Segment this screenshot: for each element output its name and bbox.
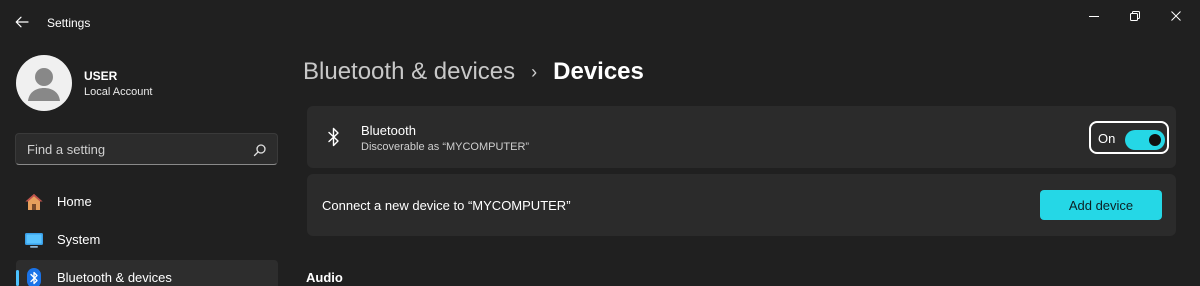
page-title: Devices: [553, 58, 644, 85]
toggle-knob: [1149, 134, 1161, 146]
bluetooth-toggle[interactable]: On: [1089, 121, 1169, 154]
sidebar-item-label: System: [57, 232, 101, 247]
bluetooth-subtitle: Discoverable as “MYCOMPUTER”: [361, 141, 530, 153]
sidebar-item-home[interactable]: Home: [16, 184, 278, 220]
search-input[interactable]: Find a setting: [15, 133, 278, 165]
minimize-button[interactable]: [1076, 4, 1112, 28]
sidebar-item-label: Home: [57, 194, 92, 209]
breadcrumb-parent[interactable]: Bluetooth & devices: [303, 58, 515, 86]
user-profile[interactable]: USER Local Account: [16, 55, 286, 111]
close-button[interactable]: [1158, 4, 1194, 28]
bluetooth-title: Bluetooth: [361, 123, 416, 138]
bluetooth-icon: [328, 127, 339, 147]
avatar: [16, 55, 72, 111]
bluetooth-icon: [27, 268, 41, 286]
bluetooth-card: Bluetooth Discoverable as “MYCOMPUTER” O…: [307, 106, 1176, 168]
restore-button[interactable]: [1117, 4, 1153, 28]
connect-device-text: Connect a new device to “MYCOMPUTER”: [322, 198, 571, 213]
back-button[interactable]: [10, 10, 34, 34]
sidebar-item-bluetooth-devices[interactable]: Bluetooth & devices: [16, 260, 278, 286]
system-icon: [25, 233, 43, 248]
close-icon: [1171, 11, 1181, 21]
chevron-right-icon: ›: [531, 61, 538, 82]
search-placeholder: Find a setting: [27, 142, 106, 157]
back-arrow-icon: [15, 16, 29, 28]
connect-device-card: Connect a new device to “MYCOMPUTER” Add…: [307, 174, 1176, 236]
add-device-button[interactable]: Add device: [1040, 190, 1162, 220]
toggle-switch[interactable]: [1125, 130, 1165, 150]
sidebar-item-system[interactable]: System: [16, 222, 278, 258]
user-avatar-icon: [28, 68, 60, 101]
restore-icon: [1130, 11, 1140, 21]
account-type: Local Account: [84, 86, 153, 98]
toggle-state-label: On: [1098, 131, 1116, 146]
breadcrumb: Bluetooth & devices › Devices: [303, 55, 644, 89]
home-icon: [25, 194, 43, 210]
section-heading-audio: Audio: [306, 270, 343, 285]
user-name: USER: [84, 69, 118, 83]
title-bar: Settings: [0, 0, 1200, 44]
search-icon: [253, 144, 266, 157]
minimize-icon: [1089, 16, 1099, 17]
app-title: Settings: [47, 16, 91, 30]
sidebar-item-label: Bluetooth & devices: [57, 270, 172, 285]
active-indicator: [16, 270, 19, 286]
